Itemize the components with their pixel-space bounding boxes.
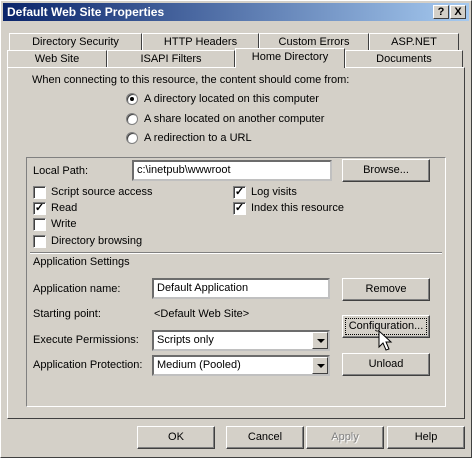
tab-documents[interactable]: Documents — [345, 50, 463, 67]
app-settings-heading: Application Settings — [33, 256, 130, 268]
radio-network-share-label[interactable]: A share located on another computer — [144, 113, 324, 125]
script-source-access-checkbox[interactable] — [33, 186, 46, 199]
properties-dialog: Default Web Site Properties ? X Director… — [0, 0, 472, 458]
mouse-cursor-icon — [378, 330, 393, 351]
radio-local-directory-label[interactable]: A directory located on this computer — [144, 93, 319, 105]
local-path-label: Local Path: — [33, 165, 89, 177]
execute-permissions-select[interactable]: Scripts only — [152, 330, 330, 351]
tab-asp-net[interactable]: ASP.NET — [369, 33, 459, 50]
remove-button[interactable]: Remove — [342, 278, 430, 301]
chevron-down-icon[interactable] — [312, 357, 328, 374]
window-title: Default Web Site Properties — [7, 5, 165, 19]
ok-button[interactable]: OK — [137, 426, 215, 449]
index-resource-checkbox[interactable]: ✓ — [233, 202, 246, 215]
radio-redirection-url-label[interactable]: A redirection to a URL — [144, 132, 252, 144]
local-path-input[interactable]: c:\inetpub\wwwroot — [132, 160, 332, 181]
execute-permissions-label: Execute Permissions: — [33, 334, 139, 346]
app-protection-value: Medium (Pooled) — [157, 359, 241, 371]
help-title-button[interactable]: ? — [433, 5, 449, 19]
starting-point-label: Starting point: — [33, 308, 101, 320]
read-checkbox[interactable]: ✓ — [33, 202, 46, 215]
write-label[interactable]: Write — [51, 218, 76, 230]
content-source-prompt: When connecting to this resource, the co… — [32, 74, 350, 86]
radio-network-share[interactable] — [126, 113, 138, 125]
write-checkbox[interactable] — [33, 218, 46, 231]
directory-browsing-checkbox[interactable] — [33, 235, 46, 248]
script-source-access-label[interactable]: Script source access — [51, 186, 152, 198]
index-resource-label[interactable]: Index this resource — [251, 202, 344, 214]
cancel-button[interactable]: Cancel — [226, 426, 304, 449]
tab-isapi-filters[interactable]: ISAPI Filters — [107, 50, 235, 67]
tab-home-directory[interactable]: Home Directory — [235, 48, 345, 68]
execute-permissions-value: Scripts only — [157, 334, 214, 346]
home-directory-panel: When connecting to this resource, the co… — [7, 67, 465, 419]
unload-button[interactable]: Unload — [342, 353, 430, 376]
title-bar[interactable]: Default Web Site Properties ? X — [3, 3, 469, 21]
close-button[interactable]: X — [450, 5, 466, 19]
starting-point-value: <Default Web Site> — [154, 308, 250, 320]
chevron-down-icon[interactable] — [312, 332, 328, 349]
read-label[interactable]: Read — [51, 202, 77, 214]
radio-local-directory[interactable] — [126, 93, 138, 105]
apply-button[interactable]: Apply — [306, 426, 384, 449]
browse-button[interactable]: Browse... — [342, 159, 430, 182]
log-visits-label[interactable]: Log visits — [251, 186, 297, 198]
radio-redirection-url[interactable] — [126, 132, 138, 144]
app-name-input[interactable]: Default Application — [152, 278, 330, 299]
log-visits-checkbox[interactable]: ✓ — [233, 186, 246, 199]
tab-web-site[interactable]: Web Site — [7, 50, 107, 67]
app-protection-label: Application Protection: — [33, 359, 143, 371]
help-button[interactable]: Help — [387, 426, 465, 449]
tab-directory-security[interactable]: Directory Security — [9, 33, 142, 50]
directory-browsing-label[interactable]: Directory browsing — [51, 235, 142, 247]
section-divider — [30, 252, 442, 254]
app-protection-select[interactable]: Medium (Pooled) — [152, 355, 330, 376]
app-name-label: Application name: — [33, 283, 121, 295]
